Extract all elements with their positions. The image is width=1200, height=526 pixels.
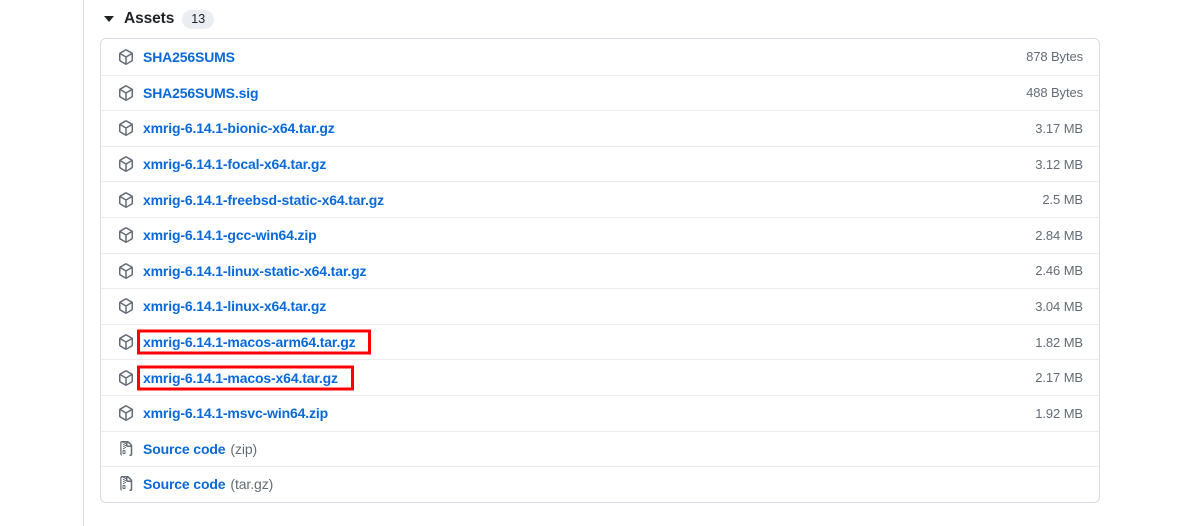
package-icon [117, 156, 134, 173]
asset-name-wrap: xmrig-6.14.1-linux-x64.tar.gz [143, 298, 1035, 314]
asset-row[interactable]: xmrig-6.14.1-gcc-win64.zip 2.84 MB [101, 216, 1099, 253]
asset-name-wrap: Source code (zip) [143, 441, 1083, 457]
asset-download-link[interactable]: SHA256SUMS.sig [143, 85, 259, 101]
asset-download-link[interactable]: xmrig-6.14.1-macos-x64.tar.gz [138, 368, 343, 389]
package-icon [117, 369, 134, 386]
package-icon [117, 84, 134, 101]
asset-size: 2.46 MB [1035, 263, 1083, 279]
asset-row[interactable]: SHA256SUMS 878 Bytes [101, 39, 1099, 75]
asset-download-link[interactable]: xmrig-6.14.1-freebsd-static-x64.tar.gz [143, 192, 384, 208]
asset-download-link[interactable]: xmrig-6.14.1-focal-x64.tar.gz [143, 156, 326, 172]
asset-size: 488 Bytes [1026, 85, 1083, 101]
asset-name-wrap: xmrig-6.14.1-focal-x64.tar.gz [143, 156, 1035, 172]
asset-row[interactable]: xmrig-6.14.1-linux-static-x64.tar.gz 2.4… [101, 252, 1099, 289]
asset-download-link[interactable]: Source code [143, 476, 226, 492]
asset-download-link[interactable]: xmrig-6.14.1-linux-static-x64.tar.gz [143, 263, 367, 279]
asset-name-wrap: xmrig-6.14.1-gcc-win64.zip [143, 227, 1035, 243]
package-icon [117, 405, 134, 422]
asset-size: 3.04 MB [1035, 298, 1083, 314]
asset-name-wrap: xmrig-6.14.1-macos-arm64.tar.gz [137, 329, 1035, 355]
asset-row[interactable]: SHA256SUMS.sig 488 Bytes [101, 74, 1099, 111]
asset-row[interactable]: xmrig-6.14.1-bionic-x64.tar.gz 3.17 MB [101, 110, 1099, 146]
assets-list: SHA256SUMS 878 Bytes SHA256SUMS.sig 488 … [100, 38, 1100, 503]
asset-size: 2.84 MB [1035, 227, 1083, 243]
asset-size: 1.92 MB [1035, 405, 1083, 421]
asset-download-link[interactable]: Source code [143, 441, 226, 457]
asset-format-suffix: (zip) [230, 440, 258, 457]
assets-header[interactable]: Assets 13 [100, 0, 1100, 38]
asset-name-wrap: xmrig-6.14.1-linux-static-x64.tar.gz [143, 263, 1035, 279]
asset-download-link[interactable]: SHA256SUMS [143, 49, 235, 65]
asset-row[interactable]: Source code (zip) [101, 430, 1099, 467]
asset-row[interactable]: xmrig-6.14.1-focal-x64.tar.gz 3.12 MB [101, 145, 1099, 182]
file-zip-icon [117, 440, 134, 457]
assets-title: Assets [124, 10, 175, 27]
asset-name-wrap: SHA256SUMS [143, 49, 1026, 65]
asset-size: 1.82 MB [1035, 334, 1083, 350]
package-icon [117, 120, 134, 137]
package-icon [117, 227, 134, 244]
asset-name-wrap: SHA256SUMS.sig [143, 85, 1026, 101]
package-icon [117, 334, 134, 351]
asset-row[interactable]: xmrig-6.14.1-msvc-win64.zip 1.92 MB [101, 394, 1099, 431]
asset-row[interactable]: xmrig-6.14.1-linux-x64.tar.gz 3.04 MB [101, 288, 1099, 324]
release-timeline-rail [83, 0, 84, 526]
package-icon [117, 191, 134, 208]
asset-row[interactable]: Source code (tar.gz) [101, 466, 1099, 502]
assets-count-badge: 13 [182, 9, 215, 29]
package-icon [117, 48, 134, 65]
asset-size: 3.17 MB [1035, 120, 1083, 136]
asset-name-wrap: xmrig-6.14.1-msvc-win64.zip [143, 405, 1035, 421]
file-zip-icon [117, 476, 134, 493]
asset-row[interactable]: xmrig-6.14.1-macos-x64.tar.gz 2.17 MB [101, 359, 1099, 395]
asset-download-link[interactable]: xmrig-6.14.1-bionic-x64.tar.gz [143, 120, 335, 136]
asset-name-wrap: xmrig-6.14.1-macos-x64.tar.gz [137, 365, 1035, 391]
asset-size: 2.17 MB [1035, 370, 1083, 386]
asset-size: 3.12 MB [1035, 156, 1083, 172]
package-icon [117, 262, 134, 279]
asset-download-link[interactable]: xmrig-6.14.1-msvc-win64.zip [143, 405, 328, 421]
asset-size: 2.5 MB [1042, 192, 1083, 208]
asset-name-wrap: xmrig-6.14.1-freebsd-static-x64.tar.gz [143, 192, 1042, 208]
chevron-down-icon[interactable] [104, 16, 114, 22]
package-icon [117, 298, 134, 315]
asset-row[interactable]: xmrig-6.14.1-freebsd-static-x64.tar.gz 2… [101, 181, 1099, 217]
asset-format-suffix: (tar.gz) [230, 476, 274, 493]
asset-download-link[interactable]: xmrig-6.14.1-gcc-win64.zip [143, 227, 317, 243]
assets-section: Assets 13 SHA256SUMS 878 Bytes SHA256SUM… [100, 0, 1100, 503]
asset-row[interactable]: xmrig-6.14.1-macos-arm64.tar.gz 1.82 MB [101, 323, 1099, 360]
asset-download-link[interactable]: xmrig-6.14.1-linux-x64.tar.gz [143, 298, 326, 314]
asset-size: 878 Bytes [1026, 49, 1083, 65]
asset-name-wrap: Source code (tar.gz) [143, 476, 1083, 492]
asset-download-link[interactable]: xmrig-6.14.1-macos-arm64.tar.gz [138, 332, 360, 353]
asset-name-wrap: xmrig-6.14.1-bionic-x64.tar.gz [143, 120, 1035, 136]
